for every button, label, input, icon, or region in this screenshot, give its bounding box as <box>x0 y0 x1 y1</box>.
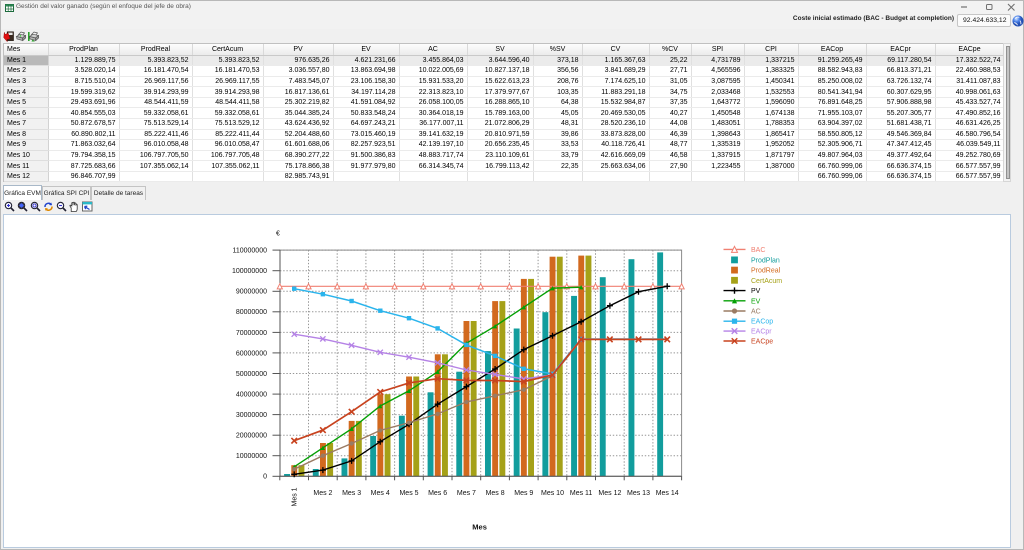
svg-text:Mes 2: Mes 2 <box>313 490 332 497</box>
svg-text:Mes 6: Mes 6 <box>428 490 447 497</box>
svg-text:Mes 4: Mes 4 <box>371 490 390 497</box>
svg-text:ProdPlan: ProdPlan <box>751 257 780 264</box>
svg-text:100000000: 100000000 <box>232 268 267 275</box>
svg-text:90000000: 90000000 <box>236 289 267 296</box>
svg-text:Mes 3: Mes 3 <box>342 490 361 497</box>
svg-text:80000000: 80000000 <box>236 309 267 316</box>
svg-text:Mes 5: Mes 5 <box>399 490 418 497</box>
svg-text:EV: EV <box>751 298 761 305</box>
svg-text:Mes 12: Mes 12 <box>598 490 621 497</box>
svg-text:10000000: 10000000 <box>236 453 267 460</box>
svg-text:30000000: 30000000 <box>236 412 267 419</box>
svg-text:70000000: 70000000 <box>236 330 267 337</box>
svg-text:60000000: 60000000 <box>236 350 267 357</box>
svg-text:EACop: EACop <box>751 319 773 326</box>
svg-text:0: 0 <box>263 474 267 481</box>
svg-text:EACpr: EACpr <box>751 329 772 336</box>
svg-text:EACpe: EACpe <box>751 339 773 346</box>
svg-text:Mes 13: Mes 13 <box>627 490 650 497</box>
svg-text:Mes 14: Mes 14 <box>656 490 679 497</box>
svg-text:40000000: 40000000 <box>236 392 267 399</box>
svg-text:ProdReal: ProdReal <box>751 268 781 275</box>
svg-text:PV: PV <box>751 288 761 295</box>
svg-text:Mes: Mes <box>472 523 487 532</box>
svg-text:CertAcum: CertAcum <box>751 278 782 285</box>
svg-text:50000000: 50000000 <box>236 371 267 378</box>
svg-text:Mes 9: Mes 9 <box>514 490 533 497</box>
svg-text:20000000: 20000000 <box>236 433 267 440</box>
svg-text:110000000: 110000000 <box>232 248 267 255</box>
svg-text:Mes 8: Mes 8 <box>486 490 505 497</box>
svg-text:Mes 1: Mes 1 <box>292 487 299 506</box>
svg-text:Mes 11: Mes 11 <box>570 490 593 497</box>
svg-text:Mes 7: Mes 7 <box>457 490 476 497</box>
svg-text:BAC: BAC <box>751 247 765 254</box>
svg-text:Mes 10: Mes 10 <box>541 490 564 497</box>
svg-text:AC: AC <box>751 309 761 316</box>
svg-text:€: € <box>276 231 280 238</box>
